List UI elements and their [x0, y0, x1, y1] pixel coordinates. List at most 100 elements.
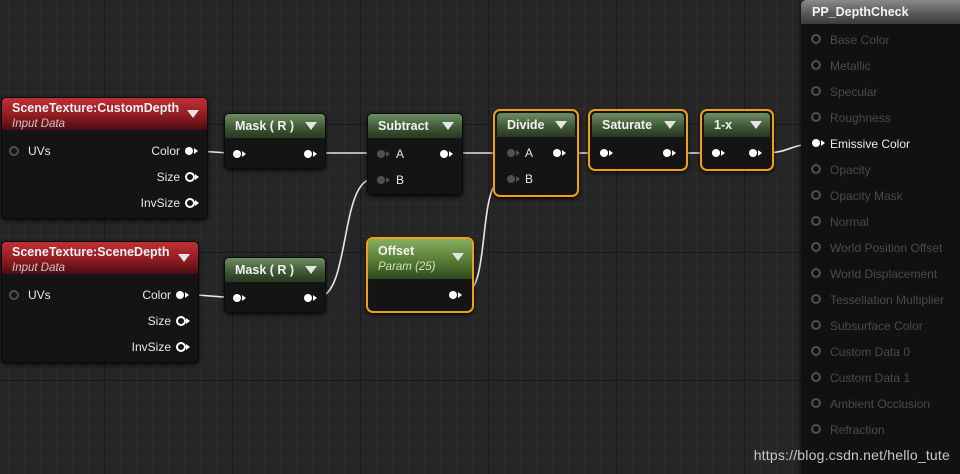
- result-input-row[interactable]: Specular: [801, 82, 960, 102]
- input-pin[interactable]: [811, 268, 821, 278]
- invsize-output-pin[interactable]: [185, 198, 199, 208]
- invsize-output-pin[interactable]: [176, 342, 190, 352]
- input-pin[interactable]: [811, 372, 821, 382]
- input-pin[interactable]: [811, 424, 821, 434]
- saturate-node[interactable]: Saturate: [588, 109, 688, 171]
- chevron-down-icon[interactable]: [664, 121, 676, 129]
- node-header[interactable]: Divide: [497, 113, 575, 137]
- input-pin[interactable]: [811, 242, 821, 252]
- input-label: World Displacement: [830, 267, 938, 281]
- input-pin[interactable]: [811, 60, 821, 70]
- scenetexture-customdepth-node[interactable]: SceneTexture:CustomDepth Input Data UVs …: [1, 97, 208, 219]
- watermark: https://blog.csdn.net/hello_tute: [753, 447, 950, 463]
- node-title: Mask ( R ): [235, 119, 295, 133]
- node-header[interactable]: Mask ( R ): [225, 258, 325, 282]
- material-result-node[interactable]: PP_DepthCheck Base Color Metallic Specular…: [801, 0, 960, 474]
- input-pin[interactable]: [811, 164, 821, 174]
- b-input-pin[interactable]: [377, 176, 390, 184]
- result-input-row[interactable]: Custom Data 0: [801, 342, 960, 362]
- offset-param-node[interactable]: Offset Param (25): [366, 237, 474, 313]
- scenetexture-scenedepth-node[interactable]: SceneTexture:SceneDepth Input Data UVs C…: [1, 241, 199, 363]
- color-label: Color: [142, 288, 171, 302]
- result-input-row[interactable]: Emissive Color: [801, 134, 960, 154]
- result-input-row[interactable]: Metallic: [801, 56, 960, 76]
- input-pin[interactable]: [811, 112, 821, 122]
- a-input-pin[interactable]: [377, 150, 390, 158]
- result-input-row[interactable]: World Position Offset: [801, 238, 960, 258]
- result-input-row[interactable]: World Displacement: [801, 264, 960, 284]
- input-pin[interactable]: [811, 294, 821, 304]
- divide-node[interactable]: Divide A B: [493, 109, 579, 197]
- input-pin[interactable]: [812, 139, 825, 147]
- result-input-row[interactable]: Subsurface Color: [801, 316, 960, 336]
- invsize-label: InvSize: [140, 196, 180, 210]
- mask-r-node[interactable]: Mask ( R ): [224, 113, 326, 169]
- input-pin[interactable]: [811, 216, 821, 226]
- output-pin[interactable]: [304, 294, 317, 302]
- output-pin[interactable]: [553, 149, 566, 157]
- node-header[interactable]: Offset Param (25): [368, 239, 472, 279]
- result-input-row[interactable]: Ambient Occlusion: [801, 394, 960, 414]
- node-header[interactable]: SceneTexture:CustomDepth Input Data: [2, 98, 207, 130]
- uvs-input-pin[interactable]: [9, 290, 19, 300]
- input-label: World Position Offset: [830, 241, 943, 255]
- input-pin[interactable]: [233, 150, 246, 158]
- input-label: Emissive Color: [830, 137, 911, 151]
- node-header[interactable]: SceneTexture:SceneDepth Input Data: [2, 242, 198, 274]
- uvs-input-pin[interactable]: [9, 146, 19, 156]
- input-pin[interactable]: [600, 149, 613, 157]
- input-pin[interactable]: [811, 86, 821, 96]
- result-input-row[interactable]: Base Color: [801, 30, 960, 50]
- chevron-down-icon[interactable]: [750, 121, 762, 129]
- node-subtitle: Param (25): [378, 261, 436, 273]
- result-node-title[interactable]: PP_DepthCheck: [801, 0, 960, 24]
- chevron-down-icon[interactable]: [305, 122, 317, 130]
- node-header[interactable]: Mask ( R ): [225, 114, 325, 138]
- subtract-node[interactable]: Subtract A B: [367, 113, 463, 195]
- output-pin[interactable]: [663, 149, 676, 157]
- chevron-down-icon[interactable]: [555, 121, 567, 129]
- chevron-down-icon[interactable]: [178, 254, 190, 262]
- input-pin[interactable]: [811, 34, 821, 44]
- size-output-pin[interactable]: [176, 316, 190, 326]
- input-pin[interactable]: [811, 398, 821, 408]
- chevron-down-icon[interactable]: [305, 266, 317, 274]
- output-pin[interactable]: [440, 150, 453, 158]
- uvs-label: UVs: [28, 288, 51, 302]
- a-label: A: [525, 146, 534, 160]
- input-pin[interactable]: [811, 320, 821, 330]
- input-pin[interactable]: [811, 346, 821, 356]
- result-input-row[interactable]: Tessellation Multiplier: [801, 290, 960, 310]
- input-pin[interactable]: [712, 149, 725, 157]
- one-minus-node[interactable]: 1-x: [700, 109, 774, 171]
- b-input-pin[interactable]: [507, 175, 520, 183]
- chevron-down-icon[interactable]: [452, 253, 464, 261]
- a-input-pin[interactable]: [507, 149, 520, 157]
- uvs-label: UVs: [28, 144, 51, 158]
- color-output-pin[interactable]: [176, 291, 189, 299]
- input-pin[interactable]: [233, 294, 246, 302]
- size-label: Size: [147, 314, 171, 328]
- result-input-row[interactable]: Opacity Mask: [801, 186, 960, 206]
- result-input-row[interactable]: Normal: [801, 212, 960, 232]
- node-header[interactable]: Subtract: [368, 114, 462, 138]
- result-input-row[interactable]: Roughness: [801, 108, 960, 128]
- wire-mask2-subtract: [317, 178, 374, 298]
- color-output-pin[interactable]: [185, 147, 198, 155]
- chevron-down-icon[interactable]: [442, 122, 454, 130]
- node-title: Divide: [507, 118, 545, 132]
- output-pin[interactable]: [749, 149, 762, 157]
- node-header[interactable]: 1-x: [704, 113, 770, 137]
- node-header[interactable]: Saturate: [592, 113, 684, 137]
- chevron-down-icon[interactable]: [187, 110, 199, 118]
- input-label: Metallic: [830, 59, 871, 73]
- result-input-row[interactable]: Refraction: [801, 420, 960, 440]
- input-pin[interactable]: [811, 190, 821, 200]
- size-output-pin[interactable]: [185, 172, 199, 182]
- result-input-row[interactable]: Custom Data 1: [801, 368, 960, 388]
- node-title: Saturate: [602, 118, 653, 132]
- output-pin[interactable]: [449, 291, 462, 299]
- result-input-row[interactable]: Opacity: [801, 160, 960, 180]
- mask-r-node[interactable]: Mask ( R ): [224, 257, 326, 313]
- output-pin[interactable]: [304, 150, 317, 158]
